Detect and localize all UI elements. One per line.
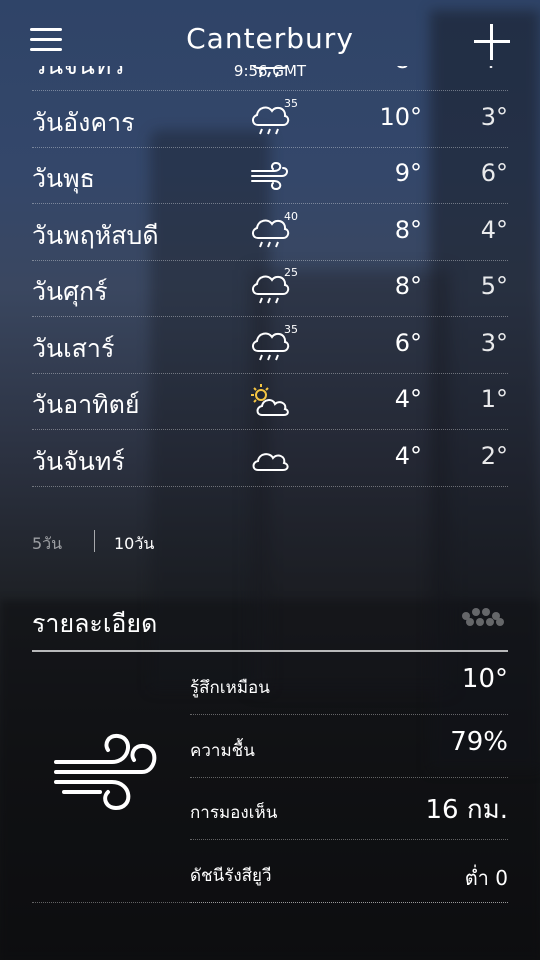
- low-temp: 5°: [480, 272, 508, 300]
- forecast-day: วันจันทร์: [32, 66, 125, 86]
- low-temp: 4°: [480, 215, 508, 244]
- low-temp: 1°: [480, 385, 508, 413]
- detail-value: 16 กม.: [425, 795, 509, 825]
- detail-value: 79%: [450, 726, 508, 757]
- low-temp: 6°: [480, 159, 508, 187]
- forecast-row: วันอังคาร 35 10° 3°: [32, 91, 508, 148]
- wind-icon: [50, 724, 162, 820]
- detail-value: 10°: [461, 664, 508, 694]
- daily-forecast-list[interactable]: วันจันทร์8°4°วันอังคาร3510°3°วันพุธ9°6°ว…: [32, 66, 508, 516]
- detail-label: รู้สึกเหมือน: [190, 678, 270, 698]
- high-temp: 4°: [394, 441, 422, 470]
- precip-chance: 35: [284, 96, 298, 110]
- high-temp: 8°: [394, 215, 422, 244]
- high-temp: 8°: [362, 66, 422, 74]
- loading-dots-icon: [462, 606, 510, 626]
- high-temp: 6°: [394, 328, 422, 357]
- high-temp: 10°: [379, 102, 422, 131]
- add-location-button[interactable]: [474, 24, 510, 60]
- forecast-row: วันพฤหัสบดี 40 8° 4°: [32, 204, 508, 261]
- forecast-day: วันอังคาร: [32, 107, 135, 137]
- precip-chance: 40: [284, 209, 298, 223]
- detail-value: ต่ำ 0: [464, 865, 508, 890]
- details-bottom-divider: [32, 901, 508, 903]
- forecast-row: วันศุกร์ 25 8° 5°: [32, 260, 508, 317]
- city-name: Canterbury: [186, 22, 354, 55]
- cloud-icon: [248, 438, 296, 478]
- detail-label: ความชื้น: [190, 740, 255, 761]
- low-temp: 2°: [480, 441, 508, 470]
- rain-cloud-icon: [248, 66, 296, 82]
- sun-cloud-icon: [248, 381, 296, 421]
- forecast-day: วันอาทิตย์: [32, 390, 140, 419]
- forecast-day: วันพฤหัสบดี: [32, 220, 159, 250]
- high-temp: 8°: [394, 272, 422, 300]
- high-temp: 9°: [394, 159, 422, 187]
- tab-divider: [94, 530, 95, 552]
- low-temp: 4°: [452, 66, 508, 74]
- detail-row: ดัชนีรังสียูวี ต่ำ 0: [190, 840, 508, 903]
- detail-label: การมองเห็น: [190, 803, 278, 823]
- detail-label: ดัชนีรังสียูวี: [190, 865, 272, 886]
- high-temp: 4°: [394, 385, 422, 413]
- low-temp: 3°: [480, 328, 508, 357]
- detail-row: ความชื้น 79%: [190, 715, 508, 778]
- precip-chance: 25: [284, 266, 298, 279]
- forecast-day: วันพุธ: [32, 164, 95, 193]
- detail-row: การมองเห็น 16 กม.: [190, 777, 508, 840]
- forecast-row: วันพุธ 9° 6°: [32, 147, 508, 204]
- detail-row: รู้สึกเหมือน 10°: [190, 652, 508, 715]
- forecast-row: วันเสาร์ 35 6° 3°: [32, 317, 508, 374]
- details-title: รายละเอียด: [32, 609, 158, 638]
- tab-10-day[interactable]: 10วัน: [114, 532, 154, 557]
- wind-icon: [248, 155, 296, 195]
- forecast-row: วันจันทร์ 8° 4°: [32, 66, 508, 91]
- forecast-day: วันจันทร์: [32, 446, 125, 476]
- forecast-row: วันจันทร์ 4° 2°: [32, 430, 508, 487]
- low-temp: 3°: [480, 102, 508, 131]
- forecast-row: วันอาทิตย์ 4° 1°: [32, 373, 508, 430]
- precip-chance: 35: [284, 322, 298, 336]
- forecast-day: วันเสาร์: [32, 333, 115, 363]
- forecast-day: วันศุกร์: [32, 277, 108, 306]
- tab-5-day[interactable]: 5วัน: [32, 532, 62, 557]
